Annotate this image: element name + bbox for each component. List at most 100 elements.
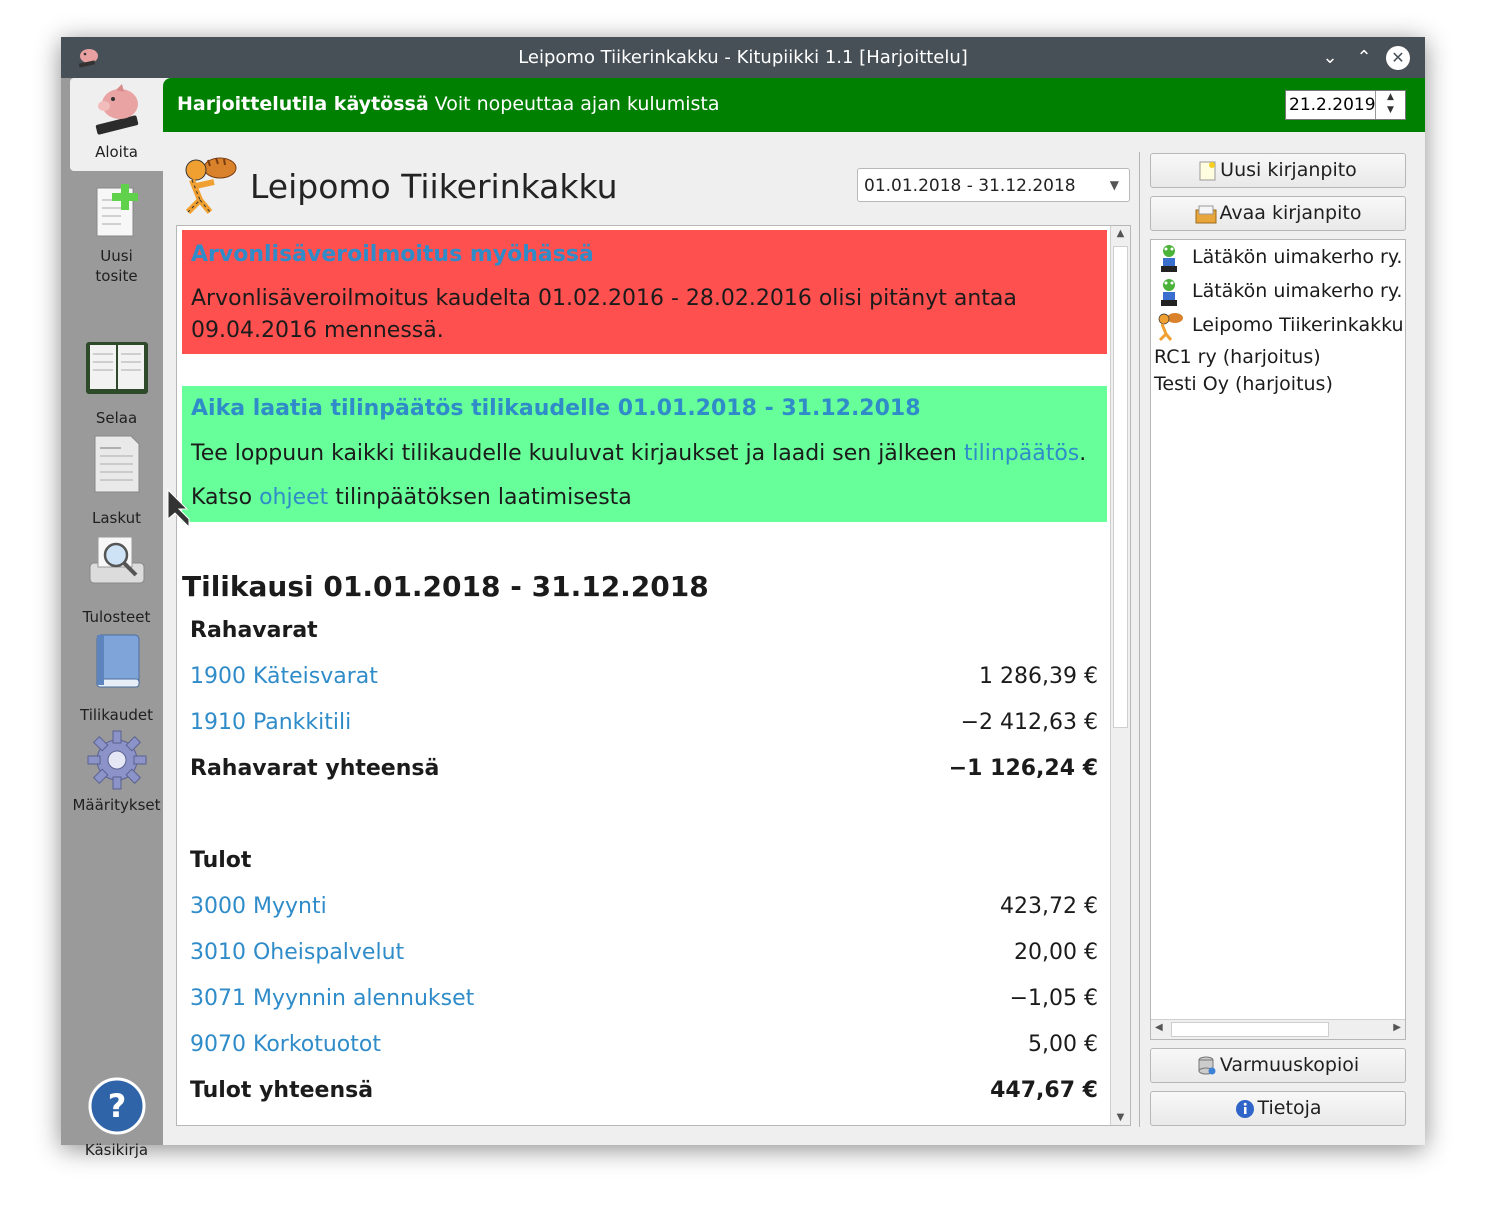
scrollbar-thumb[interactable] bbox=[1113, 246, 1128, 728]
closing-line1: Tee loppuun kaikki tilikaudelle kuuluvat… bbox=[191, 438, 1086, 470]
print-preview-icon bbox=[89, 536, 144, 584]
window-title: Leipomo Tiikerinkakku - Kitupiikki 1.1 [… bbox=[518, 47, 968, 68]
banner-bold-text: Harjoittelutila käytössä bbox=[177, 93, 429, 115]
chevron-down-icon: ▼ bbox=[1109, 178, 1119, 192]
new-bookkeeping-label: Uusi kirjanpito bbox=[1220, 159, 1357, 181]
sidebar-label-tilikaudet: Tilikaudet bbox=[80, 706, 153, 724]
sidebar-label-tulosteet: Tulosteet bbox=[82, 608, 151, 626]
database-icon bbox=[1198, 1056, 1216, 1074]
info-icon bbox=[1235, 1099, 1254, 1118]
book-name: RC1 ry (harjoitus) bbox=[1154, 346, 1321, 368]
ohjeet-link[interactable]: ohjeet bbox=[259, 485, 328, 510]
content-scrollbar[interactable]: ▲ ▼ bbox=[1110, 226, 1130, 1125]
sidebar-item-uusi-tosite[interactable]: Uusi tosite bbox=[70, 180, 163, 285]
recent-books-list[interactable]: Lätäkön uimakerho ry. (l Lätäkön uimaker… bbox=[1150, 239, 1406, 1040]
frog-icon bbox=[1161, 245, 1177, 272]
vat-alert-title: Arvonlisäveroilmoitus myöhässä bbox=[191, 242, 594, 267]
sidebar-item-maaritykset[interactable]: Määritykset bbox=[70, 729, 163, 815]
sidebar-item-tilikaudet[interactable]: Tilikaudet bbox=[70, 631, 163, 724]
sidebar: Aloita Uusi tosite Selaa Laskut Tulostee… bbox=[61, 78, 163, 1159]
cash-total-row: Rahavarat yhteensä −1 126,24 € bbox=[190, 756, 1098, 786]
company-title: Leipomo Tiikerinkakku bbox=[250, 167, 618, 206]
sidebar-label-maaritykset: Määritykset bbox=[72, 796, 161, 814]
sidebar-item-selaa[interactable]: Selaa bbox=[70, 340, 163, 427]
new-file-icon bbox=[1199, 161, 1216, 180]
info-button[interactable]: Tietoja bbox=[1150, 1091, 1406, 1126]
date-spin-arrows[interactable]: ▲ ▼ bbox=[1375, 91, 1405, 119]
sidebar-label-uusi-tosite: Uusi tosite bbox=[95, 247, 138, 285]
account-row[interactable]: 1900 Käteisvarat 1 286,39 € bbox=[190, 664, 1098, 694]
practice-mode-banner: Harjoittelutila käytössä Voit nopeuttaa … bbox=[163, 78, 1425, 132]
maximize-button[interactable]: ⌃ bbox=[1352, 46, 1376, 70]
gear-icon bbox=[87, 730, 146, 790]
sidebar-item-kasikirja[interactable]: ? Käsikirja bbox=[70, 1077, 163, 1159]
tilinpaatos-link[interactable]: tilinpäätös bbox=[964, 441, 1079, 466]
new-bookkeeping-button[interactable]: Uusi kirjanpito bbox=[1150, 153, 1406, 188]
frog-icon bbox=[1161, 279, 1177, 306]
invoice-icon bbox=[94, 435, 139, 493]
income-heading: Tulot bbox=[190, 848, 1098, 878]
account-link[interactable]: 9070 Korkotuotot bbox=[190, 1032, 381, 1057]
banner-message: Voit nopeuttaa ajan kulumista bbox=[428, 93, 720, 115]
account-row[interactable]: 3071 Myynnin alennukset −1,05 € bbox=[190, 986, 1098, 1016]
scrollbar-thumb[interactable] bbox=[1171, 1022, 1329, 1037]
cash-total-amount: −1 126,24 € bbox=[948, 756, 1098, 781]
account-link[interactable]: 3071 Myynnin alennukset bbox=[190, 986, 474, 1011]
account-link[interactable]: 3010 Oheispalvelut bbox=[190, 940, 404, 965]
scroll-right-icon[interactable]: ▶ bbox=[1393, 1022, 1401, 1033]
book-name: Leipomo Tiikerinkakku ( bbox=[1192, 314, 1406, 336]
tiger-logo-icon bbox=[185, 157, 237, 215]
dashboard-content[interactable]: Arvonlisäveroilmoitus myöhässä Arvonlisä… bbox=[176, 225, 1131, 1126]
fiscal-period-heading: Tilikausi 01.01.2018 - 31.12.2018 bbox=[182, 570, 709, 603]
banner-text: Harjoittelutila käytössä Voit nopeuttaa … bbox=[177, 93, 720, 115]
income-total-label: Tulot yhteensä bbox=[190, 1078, 374, 1103]
app-window: Leipomo Tiikerinkakku - Kitupiikki 1.1 [… bbox=[61, 37, 1425, 1159]
account-link[interactable]: 1900 Käteisvarat bbox=[190, 664, 378, 689]
closing-title: Aika laatia tilinpäätös tilikaudelle 01.… bbox=[191, 396, 921, 421]
account-amount: 20,00 € bbox=[1014, 940, 1098, 965]
sidebar-label-aloita: Aloita bbox=[95, 143, 138, 161]
books-hscrollbar[interactable]: ◀ ▶ bbox=[1151, 1019, 1405, 1039]
scroll-down-icon[interactable]: ▼ bbox=[1111, 1112, 1130, 1123]
closing-reminder: Aika laatia tilinpäätös tilikaudelle 01.… bbox=[182, 386, 1107, 522]
income-heading-label: Tulot bbox=[190, 848, 252, 873]
vat-alert-line2: 09.04.2016 mennessä. bbox=[191, 318, 444, 343]
close-button[interactable]: ✕ bbox=[1386, 46, 1410, 70]
closing-line1-end: . bbox=[1079, 441, 1087, 466]
closing-line1-text: Tee loppuun kaikki tilikaudelle kuuluvat… bbox=[191, 441, 964, 466]
folder-icon bbox=[1195, 205, 1217, 223]
cash-heading-label: Rahavarat bbox=[190, 618, 318, 643]
backup-button[interactable]: Varmuuskopioi bbox=[1150, 1048, 1406, 1083]
cash-heading: Rahavarat bbox=[190, 618, 1098, 648]
period-dropdown[interactable]: 01.01.2018 - 31.12.2018 ▼ bbox=[857, 168, 1130, 202]
sidebar-item-laskut[interactable]: Laskut bbox=[70, 434, 163, 527]
account-link[interactable]: 1910 Pankkitili bbox=[190, 710, 351, 735]
book-name: Lätäkön uimakerho ry. (l bbox=[1192, 280, 1406, 302]
account-row[interactable]: 3010 Oheispalvelut 20,00 € bbox=[190, 940, 1098, 970]
closing-line2-end: tilinpäätöksen laatimisesta bbox=[328, 485, 632, 510]
scroll-left-icon[interactable]: ◀ bbox=[1155, 1022, 1163, 1033]
minimize-button[interactable]: ⌄ bbox=[1318, 46, 1342, 70]
svg-text:?: ? bbox=[107, 1087, 126, 1125]
account-row[interactable]: 9070 Korkotuotot 5,00 € bbox=[190, 1032, 1098, 1062]
account-link[interactable]: 3000 Myynti bbox=[190, 894, 327, 919]
vat-late-alert: Arvonlisäveroilmoitus myöhässä Arvonlisä… bbox=[182, 230, 1107, 354]
sidebar-item-aloita[interactable]: Aloita bbox=[70, 78, 163, 171]
closing-line2-text: Katso bbox=[191, 485, 260, 510]
date-value: 21.2.2019 bbox=[1289, 95, 1376, 115]
account-row[interactable]: 3000 Myynti 423,72 € bbox=[190, 894, 1098, 924]
open-bookkeeping-button[interactable]: Avaa kirjanpito bbox=[1150, 196, 1406, 231]
account-row[interactable]: 1910 Pankkitili −2 412,63 € bbox=[190, 710, 1098, 740]
scroll-up-icon[interactable]: ▲ bbox=[1111, 228, 1130, 239]
backup-label: Varmuuskopioi bbox=[1219, 1054, 1360, 1076]
sidebar-item-tulosteet[interactable]: Tulosteet bbox=[70, 533, 163, 626]
title-bar[interactable]: Leipomo Tiikerinkakku - Kitupiikki 1.1 [… bbox=[61, 37, 1425, 78]
date-spinbox[interactable]: 21.2.2019 ▲ ▼ bbox=[1285, 90, 1406, 120]
account-amount: −1,05 € bbox=[1009, 986, 1098, 1011]
income-total-row: Tulot yhteensä 447,67 € bbox=[190, 1078, 1098, 1108]
account-amount: 1 286,39 € bbox=[979, 664, 1098, 689]
mouse-cursor-icon bbox=[167, 489, 190, 529]
panel-divider[interactable] bbox=[1139, 152, 1140, 1127]
cash-total-label: Rahavarat yhteensä bbox=[190, 756, 440, 781]
closing-line2: Katso ohjeet tilinpäätöksen laatimisesta bbox=[191, 482, 632, 514]
